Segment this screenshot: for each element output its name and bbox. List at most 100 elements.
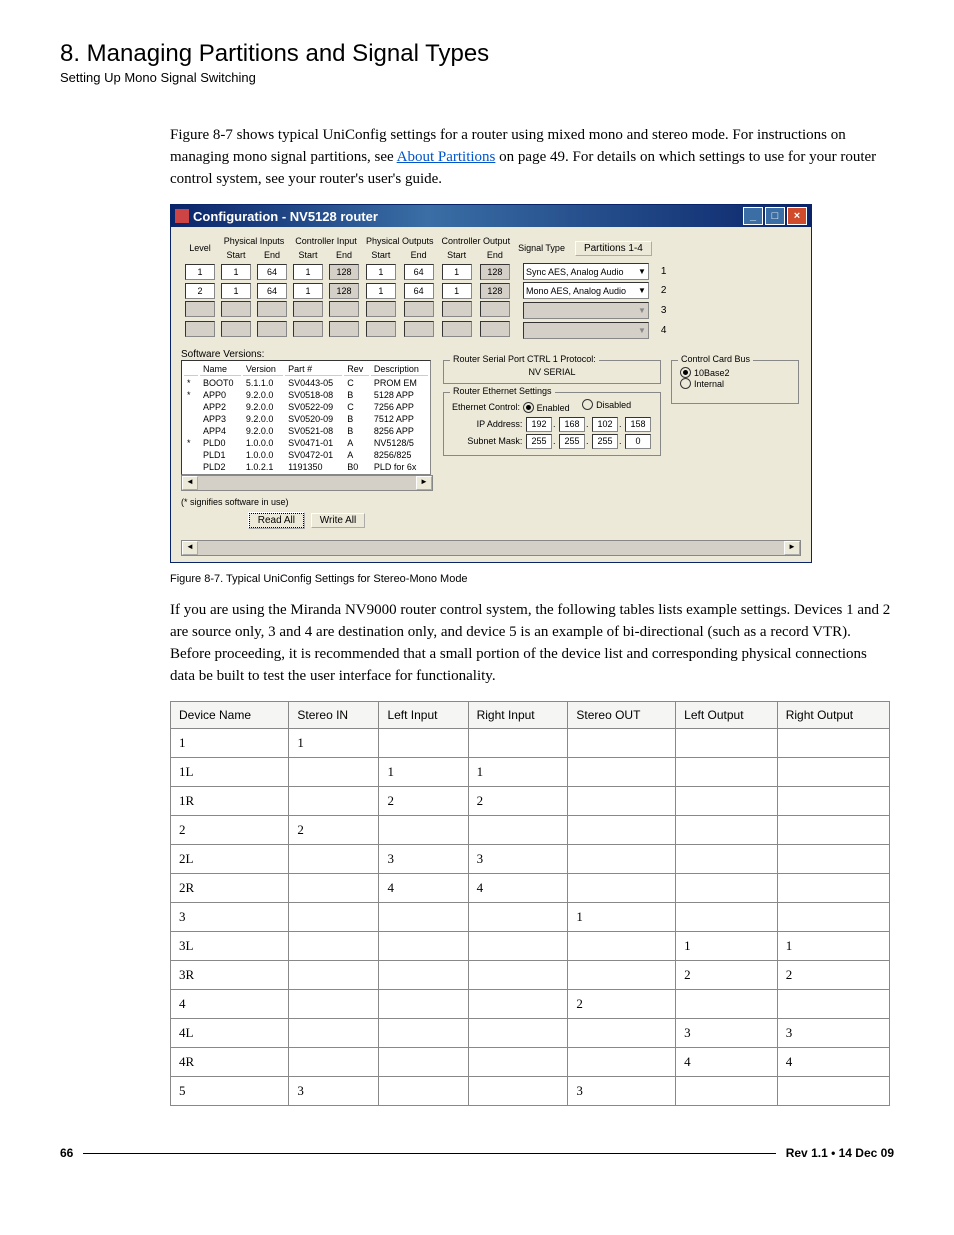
dev-cell <box>468 990 568 1019</box>
cis-input[interactable] <box>293 301 323 317</box>
scroll-left-icon[interactable]: ◄ <box>182 476 198 490</box>
ip-3[interactable]: 102 <box>592 417 618 432</box>
dev-cell <box>379 1019 468 1048</box>
cie-input[interactable]: 128 <box>329 264 359 280</box>
ip-4[interactable]: 158 <box>625 417 651 432</box>
pos-input[interactable] <box>366 301 396 317</box>
col-phys-out: Physical Outputs <box>363 235 437 247</box>
pie-input[interactable]: 64 <box>257 264 287 280</box>
dev-cell <box>777 1077 889 1106</box>
poe-input[interactable]: 64 <box>404 264 434 280</box>
sv-scrollbar[interactable]: ◄ ► <box>181 475 433 491</box>
pis-input[interactable]: 1 <box>221 283 251 299</box>
poe-input[interactable] <box>404 321 434 337</box>
cos-input[interactable] <box>442 321 472 337</box>
ip-2[interactable]: 168 <box>559 417 585 432</box>
ip-1[interactable]: 192 <box>526 417 552 432</box>
ethernet-group: Router Ethernet Settings Ethernet Contro… <box>443 392 661 456</box>
pos-input[interactable]: 1 <box>366 283 396 299</box>
eth-legend: Router Ethernet Settings <box>450 386 555 396</box>
dev-cell <box>468 1019 568 1048</box>
coe-input[interactable]: 128 <box>480 264 510 280</box>
signal-type-select[interactable]: ▼ <box>523 302 649 319</box>
sv-cell <box>184 414 198 424</box>
dev-cell <box>676 874 778 903</box>
scroll-right-icon[interactable]: ► <box>784 541 800 555</box>
sv-cell: B <box>344 390 369 400</box>
sv-cell: 1.0.0.0 <box>243 438 283 448</box>
dev-cell <box>468 1048 568 1077</box>
scroll-left-icon[interactable]: ◄ <box>182 541 198 555</box>
dev-cell: 2 <box>777 961 889 990</box>
read-all-button[interactable]: Read All <box>249 513 304 528</box>
level-input[interactable]: 1 <box>185 264 215 280</box>
poe-input[interactable]: 64 <box>404 283 434 299</box>
sv-cell: 7512 APP <box>371 414 428 424</box>
level-input[interactable] <box>185 301 215 317</box>
signal-type-select[interactable]: ▼ <box>523 322 649 339</box>
partitions-grid: Level Physical Inputs Controller Input P… <box>181 233 670 341</box>
scroll-right-icon[interactable]: ► <box>416 476 432 490</box>
pos-input[interactable]: 1 <box>366 264 396 280</box>
cie-input[interactable] <box>329 321 359 337</box>
close-button[interactable]: × <box>787 207 807 225</box>
cos-input[interactable]: 1 <box>442 283 472 299</box>
dev-cell: 3R <box>171 961 289 990</box>
cos-input[interactable] <box>442 301 472 317</box>
col-level: Level <box>183 235 217 261</box>
dev-cell: 4R <box>171 1048 289 1077</box>
pis-input[interactable]: 1 <box>221 264 251 280</box>
pie-input[interactable]: 64 <box>257 283 287 299</box>
poe-input[interactable] <box>404 301 434 317</box>
dev-cell: 1 <box>676 932 778 961</box>
dev-cell: 2 <box>379 787 468 816</box>
sv-cell <box>184 402 198 412</box>
coe-input[interactable] <box>480 301 510 317</box>
eth-disabled-radio[interactable]: Disabled <box>582 399 631 410</box>
sv-cell: 9.2.0.0 <box>243 402 283 412</box>
about-partitions-link[interactable]: About Partitions <box>397 149 496 165</box>
cie-input[interactable] <box>329 301 359 317</box>
app-icon <box>175 209 189 223</box>
signal-type-select[interactable]: Mono AES, Analog Audio▼ <box>523 282 649 299</box>
pis-input[interactable] <box>221 301 251 317</box>
intro-paragraph: Figure 8-7 shows typical UniConfig setti… <box>170 125 894 190</box>
minimize-button[interactable]: _ <box>743 207 763 225</box>
eth-enabled-radio[interactable]: Enabled <box>523 402 570 413</box>
sv-cell: SV0520-09 <box>285 414 342 424</box>
cie-input[interactable]: 128 <box>329 283 359 299</box>
sv-cell: * <box>184 378 198 388</box>
dev-cell <box>568 845 676 874</box>
dev-cell <box>289 961 379 990</box>
ccb-internal-radio[interactable]: Internal <box>680 378 724 389</box>
col-ctrl-out: Controller Output <box>439 235 514 247</box>
dev-cell: 3L <box>171 932 289 961</box>
coe-input[interactable]: 128 <box>480 283 510 299</box>
sv-cell: * <box>184 438 198 448</box>
pos-input[interactable] <box>366 321 396 337</box>
dev-cell: 1 <box>379 758 468 787</box>
pie-input[interactable] <box>257 321 287 337</box>
pie-input[interactable] <box>257 301 287 317</box>
sv-cell: SV0522-09 <box>285 402 342 412</box>
mask-1[interactable]: 255 <box>526 434 552 449</box>
mask-4[interactable]: 0 <box>625 434 651 449</box>
dev-cell: 2L <box>171 845 289 874</box>
cis-input[interactable]: 1 <box>293 283 323 299</box>
mask-2[interactable]: 255 <box>559 434 585 449</box>
coe-input[interactable] <box>480 321 510 337</box>
signal-type-select[interactable]: Sync AES, Analog Audio▼ <box>523 263 649 280</box>
cis-input[interactable]: 1 <box>293 264 323 280</box>
mask-3[interactable]: 255 <box>592 434 618 449</box>
write-all-button[interactable]: Write All <box>311 513 366 528</box>
dev-header: Right Output <box>777 702 889 729</box>
cis-input[interactable] <box>293 321 323 337</box>
window-scrollbar[interactable]: ◄ ► <box>181 540 801 556</box>
level-input[interactable]: 2 <box>185 283 215 299</box>
partitions-button[interactable]: Partitions 1-4 <box>575 241 652 256</box>
cos-input[interactable]: 1 <box>442 264 472 280</box>
level-input[interactable] <box>185 321 215 337</box>
ccb-10base2-radio[interactable]: 10Base2 <box>680 367 730 378</box>
pis-input[interactable] <box>221 321 251 337</box>
maximize-button[interactable]: □ <box>765 207 785 225</box>
